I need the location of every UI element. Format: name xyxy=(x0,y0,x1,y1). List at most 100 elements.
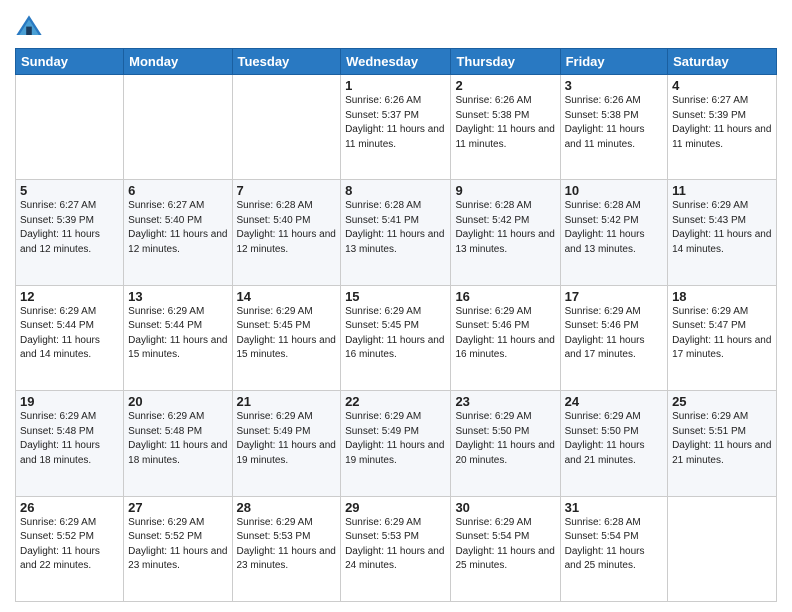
calendar-cell: 20Sunrise: 6:29 AM Sunset: 5:48 PM Dayli… xyxy=(124,391,232,496)
day-number: 18 xyxy=(672,289,772,304)
day-info: Sunrise: 6:29 AM Sunset: 5:47 PM Dayligh… xyxy=(672,305,772,363)
header xyxy=(15,10,777,42)
day-number: 16 xyxy=(455,289,555,304)
day-number: 22 xyxy=(345,394,446,409)
day-info: Sunrise: 6:29 AM Sunset: 5:48 PM Dayligh… xyxy=(20,410,119,468)
calendar-cell: 3Sunrise: 6:26 AM Sunset: 5:38 PM Daylig… xyxy=(560,75,667,180)
page: SundayMondayTuesdayWednesdayThursdayFrid… xyxy=(0,0,792,612)
day-number: 12 xyxy=(20,289,119,304)
day-info: Sunrise: 6:29 AM Sunset: 5:50 PM Dayligh… xyxy=(455,410,555,468)
day-info: Sunrise: 6:29 AM Sunset: 5:44 PM Dayligh… xyxy=(128,305,227,363)
calendar-cell: 17Sunrise: 6:29 AM Sunset: 5:46 PM Dayli… xyxy=(560,285,667,390)
day-header-saturday: Saturday xyxy=(668,49,777,75)
day-number: 6 xyxy=(128,183,227,198)
calendar-cell: 5Sunrise: 6:27 AM Sunset: 5:39 PM Daylig… xyxy=(16,180,124,285)
calendar-cell: 10Sunrise: 6:28 AM Sunset: 5:42 PM Dayli… xyxy=(560,180,667,285)
calendar-header-row: SundayMondayTuesdayWednesdayThursdayFrid… xyxy=(16,49,777,75)
day-header-tuesday: Tuesday xyxy=(232,49,341,75)
day-number: 15 xyxy=(345,289,446,304)
day-info: Sunrise: 6:29 AM Sunset: 5:43 PM Dayligh… xyxy=(672,199,772,257)
logo xyxy=(15,14,45,42)
day-info: Sunrise: 6:27 AM Sunset: 5:39 PM Dayligh… xyxy=(20,199,119,257)
calendar-cell: 13Sunrise: 6:29 AM Sunset: 5:44 PM Dayli… xyxy=(124,285,232,390)
day-header-friday: Friday xyxy=(560,49,667,75)
day-number: 10 xyxy=(565,183,663,198)
day-info: Sunrise: 6:26 AM Sunset: 5:37 PM Dayligh… xyxy=(345,94,446,152)
day-number: 31 xyxy=(565,500,663,515)
day-number: 30 xyxy=(455,500,555,515)
calendar-cell: 19Sunrise: 6:29 AM Sunset: 5:48 PM Dayli… xyxy=(16,391,124,496)
calendar-cell xyxy=(668,496,777,601)
day-info: Sunrise: 6:29 AM Sunset: 5:46 PM Dayligh… xyxy=(565,305,663,363)
day-info: Sunrise: 6:29 AM Sunset: 5:48 PM Dayligh… xyxy=(128,410,227,468)
day-info: Sunrise: 6:29 AM Sunset: 5:46 PM Dayligh… xyxy=(455,305,555,363)
calendar-cell: 31Sunrise: 6:28 AM Sunset: 5:54 PM Dayli… xyxy=(560,496,667,601)
day-info: Sunrise: 6:28 AM Sunset: 5:42 PM Dayligh… xyxy=(455,199,555,257)
calendar-cell: 18Sunrise: 6:29 AM Sunset: 5:47 PM Dayli… xyxy=(668,285,777,390)
day-number: 19 xyxy=(20,394,119,409)
calendar-cell: 12Sunrise: 6:29 AM Sunset: 5:44 PM Dayli… xyxy=(16,285,124,390)
calendar-cell: 27Sunrise: 6:29 AM Sunset: 5:52 PM Dayli… xyxy=(124,496,232,601)
day-number: 26 xyxy=(20,500,119,515)
calendar-week-row: 1Sunrise: 6:26 AM Sunset: 5:37 PM Daylig… xyxy=(16,75,777,180)
day-number: 27 xyxy=(128,500,227,515)
day-header-wednesday: Wednesday xyxy=(341,49,451,75)
day-header-thursday: Thursday xyxy=(451,49,560,75)
calendar-cell: 2Sunrise: 6:26 AM Sunset: 5:38 PM Daylig… xyxy=(451,75,560,180)
calendar-cell: 8Sunrise: 6:28 AM Sunset: 5:41 PM Daylig… xyxy=(341,180,451,285)
calendar-cell: 22Sunrise: 6:29 AM Sunset: 5:49 PM Dayli… xyxy=(341,391,451,496)
day-info: Sunrise: 6:29 AM Sunset: 5:45 PM Dayligh… xyxy=(237,305,337,363)
day-info: Sunrise: 6:29 AM Sunset: 5:49 PM Dayligh… xyxy=(345,410,446,468)
calendar-cell: 28Sunrise: 6:29 AM Sunset: 5:53 PM Dayli… xyxy=(232,496,341,601)
day-info: Sunrise: 6:28 AM Sunset: 5:41 PM Dayligh… xyxy=(345,199,446,257)
day-info: Sunrise: 6:29 AM Sunset: 5:53 PM Dayligh… xyxy=(237,516,337,574)
day-number: 28 xyxy=(237,500,337,515)
day-number: 4 xyxy=(672,78,772,93)
calendar-cell xyxy=(16,75,124,180)
day-number: 11 xyxy=(672,183,772,198)
calendar-cell xyxy=(232,75,341,180)
day-info: Sunrise: 6:27 AM Sunset: 5:39 PM Dayligh… xyxy=(672,94,772,152)
day-number: 25 xyxy=(672,394,772,409)
day-info: Sunrise: 6:29 AM Sunset: 5:50 PM Dayligh… xyxy=(565,410,663,468)
calendar-cell: 29Sunrise: 6:29 AM Sunset: 5:53 PM Dayli… xyxy=(341,496,451,601)
calendar-week-row: 26Sunrise: 6:29 AM Sunset: 5:52 PM Dayli… xyxy=(16,496,777,601)
day-info: Sunrise: 6:29 AM Sunset: 5:52 PM Dayligh… xyxy=(128,516,227,574)
calendar-table: SundayMondayTuesdayWednesdayThursdayFrid… xyxy=(15,48,777,602)
day-info: Sunrise: 6:28 AM Sunset: 5:54 PM Dayligh… xyxy=(565,516,663,574)
day-number: 1 xyxy=(345,78,446,93)
day-info: Sunrise: 6:29 AM Sunset: 5:44 PM Dayligh… xyxy=(20,305,119,363)
day-number: 29 xyxy=(345,500,446,515)
day-number: 24 xyxy=(565,394,663,409)
calendar-cell: 30Sunrise: 6:29 AM Sunset: 5:54 PM Dayli… xyxy=(451,496,560,601)
calendar-cell: 6Sunrise: 6:27 AM Sunset: 5:40 PM Daylig… xyxy=(124,180,232,285)
logo-icon xyxy=(15,14,43,42)
calendar-cell: 15Sunrise: 6:29 AM Sunset: 5:45 PM Dayli… xyxy=(341,285,451,390)
calendar-week-row: 12Sunrise: 6:29 AM Sunset: 5:44 PM Dayli… xyxy=(16,285,777,390)
calendar-cell: 11Sunrise: 6:29 AM Sunset: 5:43 PM Dayli… xyxy=(668,180,777,285)
calendar-cell: 4Sunrise: 6:27 AM Sunset: 5:39 PM Daylig… xyxy=(668,75,777,180)
calendar-cell: 26Sunrise: 6:29 AM Sunset: 5:52 PM Dayli… xyxy=(16,496,124,601)
calendar-cell: 1Sunrise: 6:26 AM Sunset: 5:37 PM Daylig… xyxy=(341,75,451,180)
day-number: 14 xyxy=(237,289,337,304)
day-number: 13 xyxy=(128,289,227,304)
calendar-cell: 21Sunrise: 6:29 AM Sunset: 5:49 PM Dayli… xyxy=(232,391,341,496)
day-number: 7 xyxy=(237,183,337,198)
calendar-cell: 24Sunrise: 6:29 AM Sunset: 5:50 PM Dayli… xyxy=(560,391,667,496)
day-info: Sunrise: 6:29 AM Sunset: 5:49 PM Dayligh… xyxy=(237,410,337,468)
day-info: Sunrise: 6:28 AM Sunset: 5:40 PM Dayligh… xyxy=(237,199,337,257)
day-number: 5 xyxy=(20,183,119,198)
day-info: Sunrise: 6:29 AM Sunset: 5:45 PM Dayligh… xyxy=(345,305,446,363)
day-info: Sunrise: 6:29 AM Sunset: 5:52 PM Dayligh… xyxy=(20,516,119,574)
day-number: 8 xyxy=(345,183,446,198)
day-info: Sunrise: 6:29 AM Sunset: 5:51 PM Dayligh… xyxy=(672,410,772,468)
calendar-cell: 16Sunrise: 6:29 AM Sunset: 5:46 PM Dayli… xyxy=(451,285,560,390)
day-info: Sunrise: 6:29 AM Sunset: 5:54 PM Dayligh… xyxy=(455,516,555,574)
day-info: Sunrise: 6:29 AM Sunset: 5:53 PM Dayligh… xyxy=(345,516,446,574)
day-header-monday: Monday xyxy=(124,49,232,75)
calendar-cell xyxy=(124,75,232,180)
day-info: Sunrise: 6:27 AM Sunset: 5:40 PM Dayligh… xyxy=(128,199,227,257)
calendar-cell: 9Sunrise: 6:28 AM Sunset: 5:42 PM Daylig… xyxy=(451,180,560,285)
day-number: 20 xyxy=(128,394,227,409)
day-number: 3 xyxy=(565,78,663,93)
